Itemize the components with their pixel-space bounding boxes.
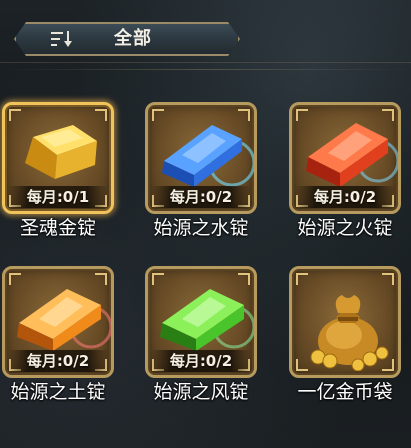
item-frame: 每月:0/2 [145,102,257,214]
header-divider [0,62,411,77]
monthly-limit: 每月:0/2 [8,350,108,372]
item-name: 始源之风锭 [153,381,249,403]
item-name: 始源之水锭 [153,217,249,239]
item-name: 圣魂金锭 [19,217,96,239]
item-frame [289,266,401,378]
monthly-limit: 每月:0/1 [8,186,108,208]
green-ingot-icon [160,289,254,351]
coin-bag-icon [310,295,389,371]
item-name: 始源之火锭 [297,217,393,239]
gold-ingot-icon [25,125,97,179]
item-frame: 每月:0/2 [145,266,257,378]
item-frame: 每月:0/2 [289,102,401,214]
monthly-limit: 每月:0/2 [151,350,251,372]
red-ingot-icon [306,123,398,187]
filter-label: 全部 [114,28,152,49]
sort-list-icon [51,31,72,47]
filter-dropdown[interactable]: 全部 [14,22,240,56]
item-name: 一亿金币袋 [297,381,393,403]
orange-ingot-icon [17,289,111,351]
blue-ingot-icon [162,125,254,187]
item-frame: 每月:0/1 [2,102,114,214]
item-name: 始源之土锭 [10,381,106,403]
item-frame: 每月:0/2 [2,266,114,378]
monthly-limit: 每月:0/2 [151,186,251,208]
monthly-limit: 每月:0/2 [295,186,395,208]
